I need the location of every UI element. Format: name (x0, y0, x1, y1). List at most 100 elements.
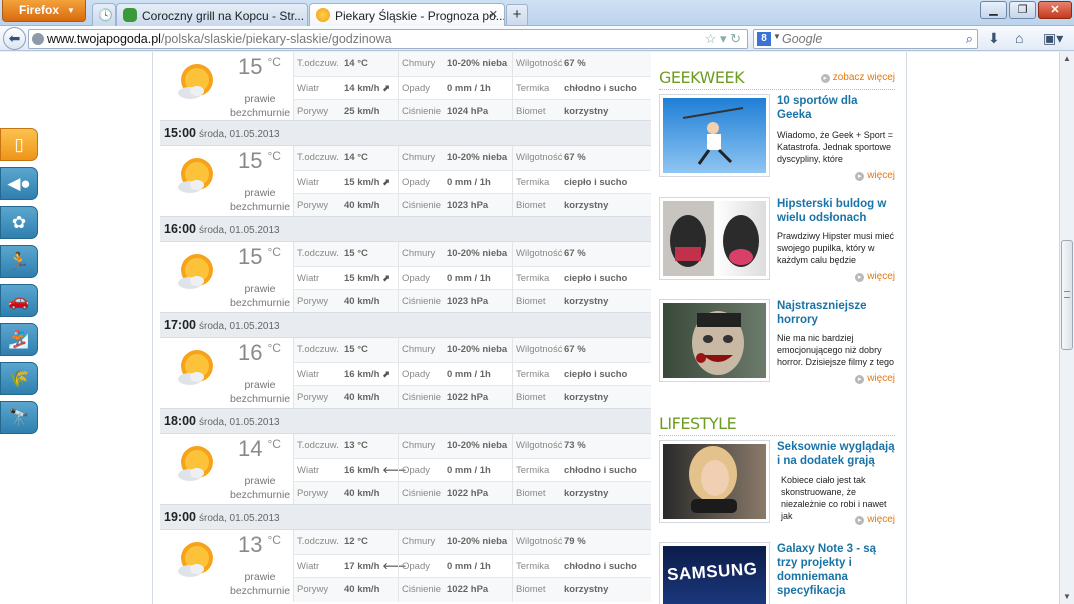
field-label: Termika (512, 363, 549, 387)
temp-text: prawie (244, 379, 276, 391)
field-value: 15 km/h ⬈ (344, 273, 390, 284)
field-label: Chmury (398, 52, 435, 76)
field-label: Biomet (512, 194, 546, 218)
temp-text: °C (267, 533, 281, 547)
field-value: chłodno i sucho (564, 465, 637, 476)
field-label: Opady (398, 363, 430, 387)
field-label: Biomet (512, 290, 546, 314)
temp-text: 15 (238, 54, 263, 79)
chevron-down-icon: ▼ (67, 6, 75, 15)
vertical-scrollbar[interactable]: ▲ ▼ (1059, 52, 1074, 604)
field-value: 10-20% nieba (447, 58, 508, 69)
temp-text: bezchmurnie (230, 107, 291, 119)
more-link[interactable]: ▸ więcej (855, 271, 895, 282)
article-gamers[interactable]: Seksownie wyglądają i na dodatek grają K… (659, 440, 895, 540)
article-title[interactable]: 10 sportów dla Geeka (777, 94, 895, 122)
field-label: Wiatr (297, 561, 320, 572)
article-title[interactable]: Seksownie wyglądają i na dodatek grają (777, 440, 895, 468)
field-value: 67 % (564, 58, 586, 69)
article-thumbnail[interactable] (659, 299, 770, 382)
temperature: 15 °C (238, 148, 288, 174)
clock-icon: 🕓 (98, 8, 113, 22)
runner-icon[interactable]: 🏃 (0, 245, 38, 278)
article-title[interactable]: Hipsterski buldog w wielu odsłonach (777, 197, 895, 225)
minimize-button[interactable]: ▁ (980, 1, 1007, 19)
article-title[interactable]: Galaxy Note 3 - są trzy projekty i domni… (777, 542, 895, 598)
article-hipster-bulldog[interactable]: Hipsterski buldog w wielu odsłonach Praw… (659, 197, 895, 297)
home-icon[interactable]: ⌂ (1015, 30, 1023, 46)
field-value: chłodno i sucho (564, 83, 637, 94)
close-window-button[interactable]: ✕ (1038, 1, 1072, 19)
history-tab[interactable]: 🕓 (92, 3, 116, 26)
wind-direction-icon: ⬈ (382, 273, 390, 283)
forecast-row: Wiatr 15 km/h ⬈ Opady 0 mm / 1h Termika ciepło… (293, 266, 651, 291)
field-label: Opady (398, 459, 430, 483)
article-title[interactable]: Najstraszniejsze horrory (777, 299, 895, 327)
fish-icon[interactable]: ◀● (0, 167, 38, 200)
search-icon[interactable]: ⌕ (966, 31, 973, 47)
article-thumbnail[interactable]: SAMSUNG (659, 542, 770, 604)
url-bar[interactable]: www.twojapogoda.pl/polska/slaskie/piekar… (28, 29, 748, 49)
maximize-button[interactable]: ❐ (1009, 1, 1036, 19)
field-label: Chmury (398, 530, 435, 554)
temp-text: °C (267, 341, 281, 355)
hour-time: 15:00 (164, 126, 196, 140)
temperature: 15 °C (238, 54, 288, 80)
section-title: LIFESTYLE (659, 414, 737, 433)
field-value: 67 % (564, 152, 586, 163)
bookmark-star-icon[interactable]: ☆ ▾ ↻ (705, 31, 741, 47)
wheat-icon[interactable]: 🌾 (0, 362, 38, 395)
arrow-bullet-icon: ▸ (855, 273, 865, 282)
see-more-link[interactable]: ▸ zobacz więcej (820, 72, 895, 83)
field-value: 0 mm / 1h (447, 273, 491, 284)
field-value: chłodno i sucho (564, 561, 637, 572)
field-value: ciepło i sucho (564, 369, 628, 380)
field-label: Chmury (398, 338, 435, 362)
more-link[interactable]: ▸ więcej (855, 373, 895, 384)
field-label: T.odczuw. (297, 440, 339, 451)
more-link[interactable]: ▸ więcej (855, 514, 895, 525)
pollen-icon[interactable]: ✿ (0, 206, 38, 239)
article-horrors[interactable]: Najstraszniejsze horrory Nie ma nic bard… (659, 299, 895, 399)
article-geek-sports[interactable]: 10 sportów dla Geeka Wiadomo, że Geek + … (659, 94, 895, 194)
back-button[interactable]: ⬅ (3, 27, 26, 50)
temp-text: 16 (238, 340, 263, 365)
search-bar[interactable]: 8 ▼ Google ⌕ (753, 29, 978, 49)
field-value: 79 % (564, 536, 586, 547)
tab-piekary-slaskie[interactable]: Piekary Śląskie - Prognoza po... ✕ (309, 3, 505, 27)
field-label: Biomet (512, 578, 546, 602)
hour-date: środa, 01.05.2013 (198, 225, 280, 236)
scroll-up-icon[interactable]: ▲ (1060, 52, 1074, 66)
scrollbar-thumb[interactable] (1061, 240, 1073, 350)
snowboard-icon[interactable]: 🏂 (0, 323, 38, 356)
phone-icon[interactable]: ▯ (0, 128, 38, 161)
telescope-icon[interactable]: 🔭 (0, 401, 38, 434)
download-icon[interactable]: ⬇ (988, 30, 1000, 47)
article-thumbnail[interactable] (659, 197, 770, 280)
field-value: 0 mm / 1h (447, 465, 491, 476)
firefox-menu-button[interactable]: Firefox ▼ (2, 0, 86, 22)
search-engine-icon[interactable]: 8 (757, 32, 771, 46)
field-label: Wiatr (297, 465, 320, 476)
more-link[interactable]: ▸ więcej (855, 170, 895, 181)
temp-text: °C (267, 437, 281, 451)
article-thumbnail[interactable] (659, 440, 770, 523)
field-value: korzystny (564, 200, 609, 211)
car-icon[interactable]: 🚗 (0, 284, 38, 317)
temperature: 13 °C (238, 532, 288, 558)
article-thumbnail[interactable] (659, 94, 770, 177)
temp-text: 15 (238, 148, 263, 173)
field-value: 1023 hPa (447, 200, 489, 211)
field-value: 40 km/h (344, 296, 380, 307)
tab-coroczny-grill[interactable]: Coroczny grill na Kopcu - Str... (116, 3, 308, 26)
forecast-row: T.odczuw. 14 °C Chmury 10-20% nieba Wilgotno… (293, 146, 651, 170)
new-tab-button[interactable]: + (506, 4, 528, 25)
field-value: 1023 hPa (447, 296, 489, 307)
bookmarks-menu-icon[interactable]: ▣▾ (1043, 30, 1063, 47)
article-galaxy-note[interactable]: SAMSUNG Galaxy Note 3 - są trzy projekty… (659, 542, 895, 604)
field-label: Porywy (297, 392, 329, 403)
close-tab-icon[interactable]: ✕ (489, 8, 498, 21)
condition-text: prawie bezchmurnie (230, 282, 290, 310)
field-value: 10-20% nieba (447, 248, 508, 259)
scroll-down-icon[interactable]: ▼ (1060, 590, 1074, 604)
